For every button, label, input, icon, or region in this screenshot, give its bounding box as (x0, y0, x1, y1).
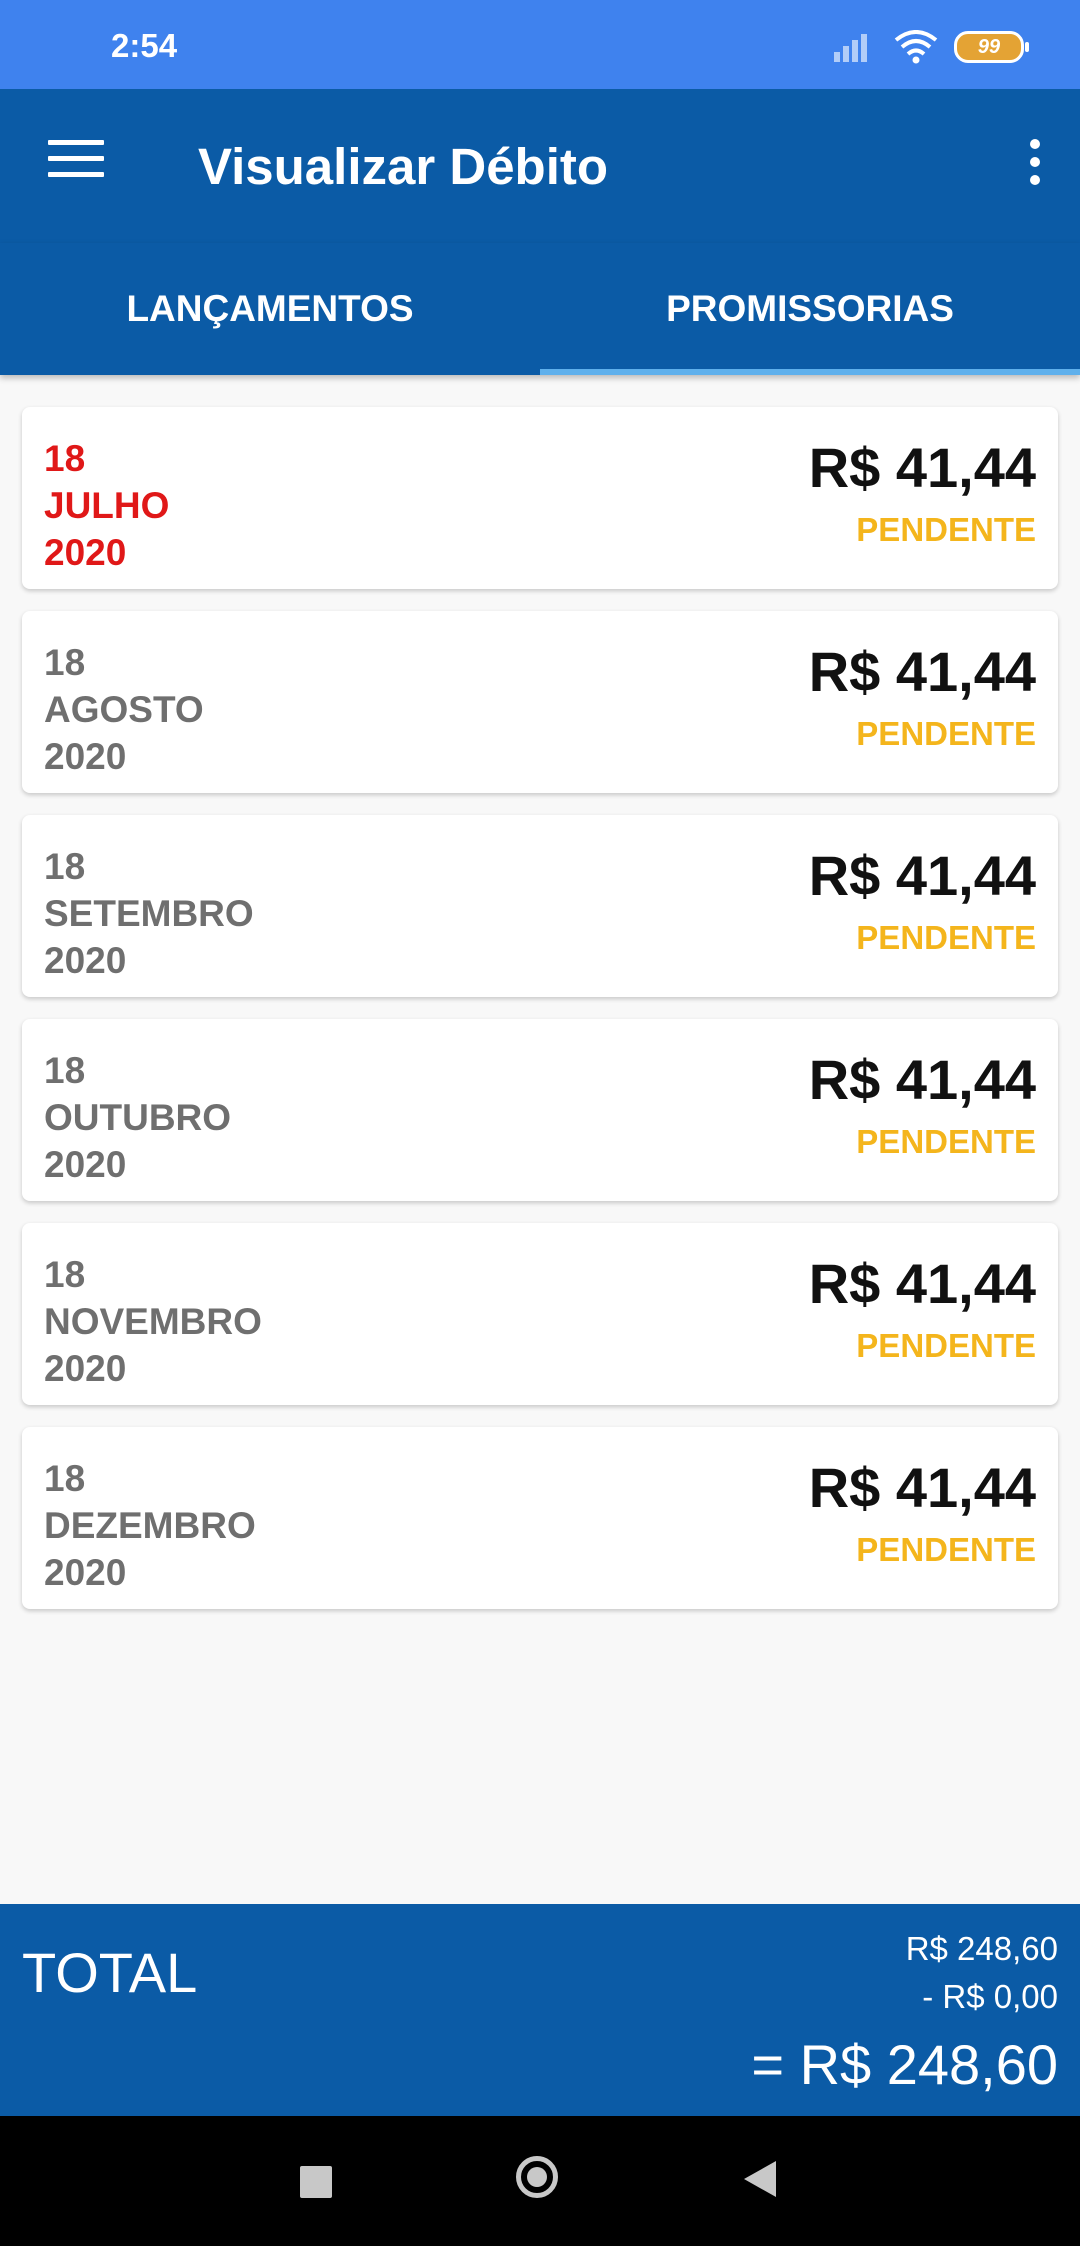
amount: R$ 41,44 (808, 1048, 1036, 1111)
discount-value: - R$ 0,00 (922, 1978, 1058, 2015)
status-badge: PENDENTE (856, 919, 1036, 956)
system-nav-bar (0, 2116, 1080, 2246)
promissory-list: 18 JULHO 2020 R$ 41,44 PENDENTE 18 AGOST… (22, 407, 1058, 1631)
page-title: Visualizar Débito (198, 138, 609, 195)
app-bar: Visualizar Débito (0, 89, 1080, 243)
menu-icon[interactable] (48, 140, 104, 180)
recents-icon[interactable] (300, 2166, 332, 2198)
total-footer: TOTAL R$ 248,60 - R$ 0,00 = R$ 248,60 (0, 1904, 1080, 2116)
status-badge: PENDENTE (856, 1531, 1036, 1568)
tab-bar: LANÇAMENTOS PROMISSORIAS (0, 243, 1080, 375)
battery-icon: 99 (954, 31, 1029, 63)
battery-level: 99 (977, 35, 1001, 58)
status-badge: PENDENTE (856, 511, 1036, 548)
total-value: = R$ 248,60 (751, 2033, 1058, 2096)
list-item[interactable]: 18 SETEMBRO 2020 R$ 41,44 PENDENTE (22, 815, 1058, 997)
due-date: 18 AGOSTO 2020 (44, 642, 204, 777)
status-icons: 99 (834, 27, 1029, 67)
wifi-icon (894, 30, 938, 64)
amount: R$ 41,44 (808, 436, 1036, 499)
back-icon[interactable] (744, 2161, 776, 2197)
amount: R$ 41,44 (808, 844, 1036, 907)
list-item[interactable]: 18 OUTUBRO 2020 R$ 41,44 PENDENTE (22, 1019, 1058, 1201)
due-date: 18 SETEMBRO 2020 (44, 846, 254, 981)
amount: R$ 41,44 (808, 1456, 1036, 1519)
status-badge: PENDENTE (856, 1123, 1036, 1160)
status-bar: 2:54 99 (0, 0, 1080, 89)
status-badge: PENDENTE (856, 1327, 1036, 1364)
due-date: 18 NOVEMBRO 2020 (44, 1254, 262, 1389)
tab-lancamentos[interactable]: LANÇAMENTOS (0, 243, 540, 375)
status-time: 2:54 (111, 27, 178, 64)
subtotal-value: R$ 248,60 (905, 1930, 1058, 1967)
home-icon[interactable] (516, 2156, 558, 2198)
amount: R$ 41,44 (808, 1252, 1036, 1315)
status-badge: PENDENTE (856, 715, 1036, 752)
list-item[interactable]: 18 JULHO 2020 R$ 41,44 PENDENTE (22, 407, 1058, 589)
more-options-icon[interactable] (1020, 139, 1050, 189)
amount: R$ 41,44 (808, 640, 1036, 703)
signal-icon (834, 34, 867, 62)
list-item[interactable]: 18 NOVEMBRO 2020 R$ 41,44 PENDENTE (22, 1223, 1058, 1405)
list-item[interactable]: 18 AGOSTO 2020 R$ 41,44 PENDENTE (22, 611, 1058, 793)
tab-promissorias[interactable]: PROMISSORIAS (540, 243, 1080, 375)
total-label: TOTAL (22, 1941, 198, 2004)
due-date: 18 JULHO 2020 (44, 438, 170, 573)
due-date: 18 DEZEMBRO 2020 (44, 1458, 256, 1593)
list-item[interactable]: 18 DEZEMBRO 2020 R$ 41,44 PENDENTE (22, 1427, 1058, 1609)
due-date: 18 OUTUBRO 2020 (44, 1050, 232, 1185)
